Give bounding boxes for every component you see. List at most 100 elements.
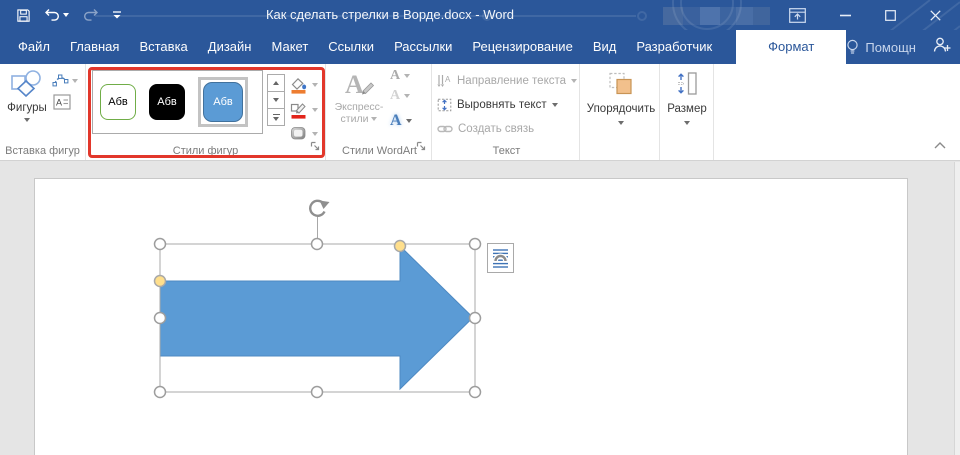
save-button[interactable] (14, 4, 33, 26)
undo-dropdown-caret (63, 13, 69, 17)
minimize-button[interactable] (828, 0, 862, 30)
resize-handle[interactable] (470, 313, 481, 324)
tab-references[interactable]: Ссылки (318, 30, 384, 64)
create-link-icon (437, 124, 453, 134)
size-caret (684, 121, 690, 125)
resize-handle[interactable] (470, 387, 481, 398)
size-icon (675, 71, 699, 97)
text-fill-button[interactable]: А (390, 68, 410, 84)
save-icon (16, 8, 31, 23)
ribbon-display-options-button[interactable] (780, 0, 814, 30)
text-direction-button[interactable]: A Направление текста (437, 71, 577, 90)
document-area (0, 162, 960, 455)
share-button[interactable] (933, 36, 952, 58)
text-effects-icon: А (390, 112, 402, 130)
align-text-button[interactable]: Выровнять текст (437, 95, 558, 114)
resize-handle[interactable] (312, 387, 323, 398)
vertical-scrollbar[interactable] (954, 162, 960, 455)
arrange-caret (618, 121, 624, 125)
group-text: A Направление текста Выровнять текст Соз… (434, 64, 580, 160)
layout-options-icon (491, 247, 510, 269)
edit-shape-caret (72, 79, 78, 83)
shape-fill-icon (289, 76, 308, 94)
shape-effects-caret (312, 132, 318, 136)
qat-customize-icon (112, 11, 122, 20)
shape-fill-button[interactable] (289, 73, 321, 96)
create-link-label: Создать связь (458, 123, 534, 135)
shape-fill-caret (312, 83, 318, 87)
shape-style-swatch[interactable]: Абв (149, 84, 185, 120)
quick-styles-label-line1: Экспресс- (335, 101, 384, 113)
tab-design[interactable]: Дизайн (198, 30, 262, 64)
collapse-ribbon-button[interactable] (934, 136, 946, 154)
shapes-button[interactable]: Фигуры (4, 69, 50, 122)
create-link-button[interactable]: Создать связь (437, 119, 534, 138)
wordart-dialog-launcher[interactable] (416, 138, 426, 156)
layout-options-button[interactable] (487, 243, 514, 273)
shape-style-gallery: Абв Абв Абв (92, 70, 263, 134)
tab-file[interactable]: Файл (8, 30, 60, 64)
arrange-icon (607, 71, 635, 97)
text-outline-caret (404, 94, 410, 98)
tab-insert[interactable]: Вставка (129, 30, 197, 64)
collapse-ribbon-icon (934, 142, 946, 149)
shape-style-swatch-selected[interactable]: Абв (203, 82, 243, 122)
text-box-button[interactable]: A (53, 94, 71, 115)
tab-mailings[interactable]: Рассылки (384, 30, 462, 64)
group-size: Размер (660, 64, 714, 160)
tab-layout[interactable]: Макет (261, 30, 318, 64)
group-shape-styles: Абв Абв Абв (86, 64, 326, 160)
close-icon (930, 10, 941, 21)
shape-outline-caret (312, 108, 318, 112)
rotation-handle-icon[interactable] (310, 201, 329, 216)
edit-shape-button[interactable] (52, 73, 78, 88)
tell-me-help[interactable]: Помощн (846, 39, 916, 56)
quick-styles-button[interactable]: А Экспресс- стили (331, 69, 387, 125)
tab-developer[interactable]: Разработчик (626, 30, 722, 64)
ribbon-display-options-icon (789, 8, 806, 23)
size-button[interactable]: Размер (660, 71, 714, 125)
resize-handle[interactable] (155, 239, 166, 250)
resize-handle[interactable] (155, 387, 166, 398)
svg-text:A: A (445, 75, 451, 84)
adjust-handle[interactable] (155, 276, 166, 287)
window-title: Как сделать стрелки в Ворде.docx - Word (240, 0, 540, 30)
gallery-scroll-up-button[interactable] (267, 74, 285, 92)
tab-view[interactable]: Вид (583, 30, 627, 64)
text-outline-button[interactable]: А (390, 88, 410, 104)
quick-styles-caret (371, 117, 377, 121)
resize-handle[interactable] (312, 239, 323, 250)
text-direction-label: Направление текста (457, 75, 566, 87)
edit-shape-icon (52, 73, 69, 88)
shapes-icon (10, 69, 44, 97)
tab-format-active[interactable]: Формат (736, 30, 846, 64)
gallery-scroll-down-button[interactable] (267, 91, 285, 109)
group-label-shape-styles: Стили фигур (86, 145, 325, 157)
title-bar: Как сделать стрелки в Ворде.docx - Word (0, 0, 960, 30)
text-box-icon: A (53, 94, 71, 110)
arrange-button[interactable]: Упорядочить (582, 71, 660, 125)
ribbon-tab-row: Файл Главная Вставка Дизайн Макет Ссылки… (0, 30, 960, 64)
undo-button[interactable] (42, 4, 71, 26)
shape-styles-dialog-launcher[interactable] (310, 138, 320, 156)
align-text-caret (552, 103, 558, 107)
maximize-button[interactable] (873, 0, 907, 30)
qat-customize-button[interactable] (110, 4, 124, 26)
close-button[interactable] (918, 0, 952, 30)
tab-review[interactable]: Рецензирование (462, 30, 582, 64)
text-fill-caret (404, 74, 410, 78)
resize-handle[interactable] (155, 313, 166, 324)
shape-selection-layer (0, 162, 960, 455)
quick-access-toolbar (14, 0, 124, 30)
adjust-handle[interactable] (395, 241, 406, 252)
right-arrow-shape[interactable] (160, 246, 473, 389)
text-effects-button[interactable]: А (390, 112, 412, 130)
redo-button[interactable] (80, 4, 101, 26)
shape-style-swatch[interactable]: Абв (100, 84, 136, 120)
resize-handle[interactable] (470, 239, 481, 250)
shape-outline-button[interactable] (289, 98, 321, 121)
tab-home[interactable]: Главная (60, 30, 129, 64)
gallery-more-button[interactable] (267, 108, 285, 126)
size-button-label: Размер (667, 103, 707, 115)
text-direction-icon: A (437, 74, 452, 88)
